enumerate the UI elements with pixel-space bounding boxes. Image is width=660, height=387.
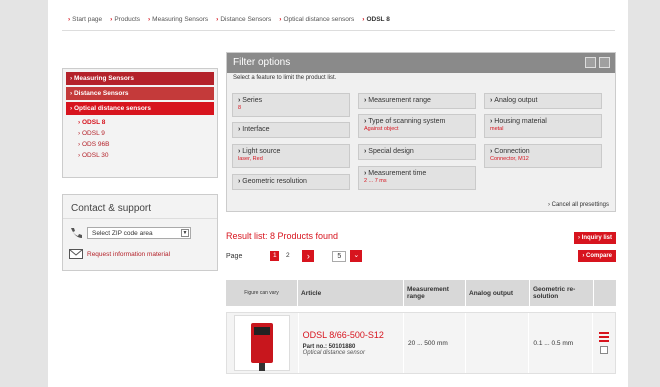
compare-checkbox[interactable] (600, 346, 609, 354)
phone-icon (71, 228, 82, 238)
request-info-link[interactable]: Request information material (87, 251, 170, 258)
page-2[interactable]: 2 (283, 251, 292, 261)
nav-sub-ods96b[interactable]: ODS 96B (66, 139, 214, 150)
cancel-presettings-link[interactable]: Cancel all presettings (548, 202, 609, 208)
filter-value: Against object (364, 126, 399, 132)
nav-sub-odsl30[interactable]: ODSL 30 (66, 150, 214, 161)
filter-interface[interactable]: Interface (232, 122, 350, 138)
compare-button[interactable]: Compare (578, 250, 616, 262)
zip-code-select[interactable]: Select ZIP code area ▼ (87, 227, 191, 239)
filter-value: laser, Red (238, 156, 263, 162)
nav-measuring-sensors[interactable]: Measuring Sensors (66, 72, 214, 85)
filter-connection[interactable]: Connection Connector, M12 (484, 144, 602, 168)
product-description: Optical distance sensor (302, 350, 365, 356)
nav-sub-odsl8[interactable]: ODSL 8 (66, 117, 214, 128)
filter-value: 8 (238, 105, 242, 111)
filter-housing-material[interactable]: Housing material metal (484, 114, 602, 138)
filter-panel: Filter options Select a feature to limit… (226, 52, 616, 212)
close-icon[interactable] (599, 57, 610, 68)
breadcrumb: Start page Products Measuring Sensors Di… (68, 16, 390, 28)
list-icon[interactable] (599, 332, 610, 342)
expand-icon[interactable] (585, 57, 596, 68)
product-name-link[interactable]: ODSL 8/66-500-S12 (303, 330, 384, 340)
analog-output-cell (466, 313, 530, 373)
chevron-down-icon: ▼ (181, 229, 189, 237)
breadcrumb-item[interactable]: Distance Sensors (216, 16, 271, 28)
resolution-cell: 0.1 ... 0.5 mm (529, 313, 594, 373)
table-row: ODSL 8/66-500-S12 Part no.: 50101880 Opt… (226, 312, 616, 374)
nav-distance-sensors[interactable]: Distance Sensors (66, 87, 214, 100)
breadcrumb-item[interactable]: Start page (68, 16, 102, 28)
nav-optical-distance-sensors[interactable]: Optical distance sensors (66, 102, 214, 115)
product-image[interactable] (234, 315, 291, 371)
col-article[interactable]: Article (298, 280, 404, 306)
measurement-range-cell: 20 ... 500 mm (404, 313, 466, 373)
filter-analog-output[interactable]: Analog output (484, 93, 602, 109)
zip-select-value: Select ZIP code area (92, 230, 153, 237)
filter-value: Connector, M12 (490, 156, 529, 162)
table-header: Figure can vary Article Measurement rang… (226, 280, 616, 306)
contact-support-panel: Contact & support Select ZIP code area ▼… (62, 194, 218, 271)
filter-label: Light source (238, 148, 344, 155)
filter-label: Interface (238, 126, 344, 133)
filter-measurement-time[interactable]: Measurement time 2 ... 7 ms (358, 166, 476, 190)
filter-label: Housing material (490, 118, 596, 125)
breadcrumb-current: ODSL 8 (362, 16, 389, 28)
col-measurement-range[interactable]: Measurement range (404, 280, 466, 306)
page: Start page Products Measuring Sensors Di… (48, 0, 628, 387)
filter-geometric-resolution[interactable]: Geometric resolution (232, 174, 350, 190)
filter-label: Measurement range (364, 97, 470, 104)
page-1[interactable]: 1 (270, 251, 280, 261)
filter-light-source[interactable]: Light source laser, Red (232, 144, 350, 168)
filter-label: Connection (490, 148, 596, 155)
filter-label: Geometric resolution (238, 178, 344, 185)
breadcrumb-item[interactable]: Measuring Sensors (148, 16, 208, 28)
filter-label: Measurement time (364, 170, 470, 177)
mail-icon (69, 249, 83, 259)
filter-value: 2 ... 7 ms (364, 178, 387, 184)
sidebar-nav: Measuring Sensors Distance Sensors Optic… (62, 68, 218, 178)
per-page-select[interactable]: 5 (332, 250, 347, 262)
col-analog-output[interactable]: Analog output (466, 280, 530, 306)
article-cell: ODSL 8/66-500-S12 Part no.: 50101880 Opt… (299, 313, 405, 373)
filter-series[interactable]: Series 8 (232, 93, 350, 117)
inquiry-list-button[interactable]: Inquiry list (573, 232, 616, 244)
breadcrumb-item[interactable]: Products (110, 16, 140, 28)
filter-value: metal (490, 126, 504, 132)
next-page-button[interactable]: › (302, 250, 315, 262)
filter-measurement-range[interactable]: Measurement range (358, 93, 476, 109)
filter-label: Special design (364, 148, 470, 155)
breadcrumb-item[interactable]: Optical distance sensors (279, 16, 354, 28)
col-geometric-resolution[interactable]: Geometric re-solution (530, 280, 594, 306)
col-figure: Figure can vary (226, 280, 298, 306)
divider (62, 30, 615, 31)
filter-label: Type of scanning system (364, 118, 470, 125)
filter-special-design[interactable]: Special design (358, 144, 476, 160)
result-count: Result list: 8 Products found (226, 231, 339, 241)
filter-hint: Select a feature to limit the product li… (233, 75, 337, 81)
product-figure-cell (227, 313, 299, 373)
filter-label: Series (238, 97, 344, 104)
filter-scanning-system[interactable]: Type of scanning system Against object (358, 114, 476, 138)
pagination: Page 1 2 › 5 ⌄ (226, 250, 363, 262)
page-label: Page (226, 252, 243, 260)
col-actions (594, 280, 616, 306)
sensor-image (251, 323, 274, 371)
chevron-down-icon[interactable]: ⌄ (350, 250, 363, 262)
actions-cell (593, 313, 615, 373)
filter-label: Analog output (490, 97, 596, 104)
nav-sub-odsl9[interactable]: ODSL 9 (66, 128, 214, 139)
filter-title: Filter options (233, 57, 291, 68)
contact-title: Contact & support (63, 195, 217, 219)
